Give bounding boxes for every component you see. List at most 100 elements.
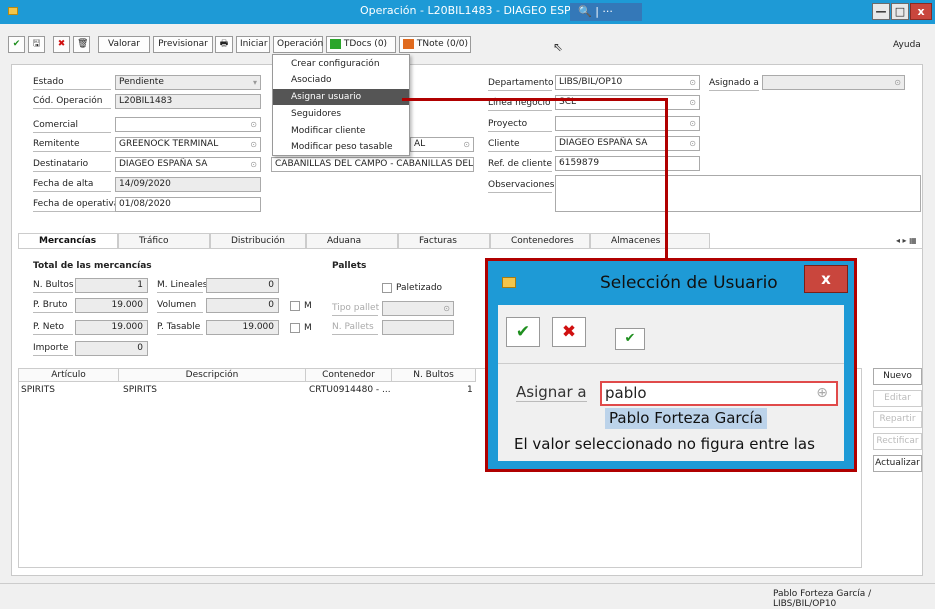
rectificar-button[interactable]: Rectificar (873, 433, 922, 450)
table-header-contenedor[interactable]: Contenedor (306, 369, 392, 382)
fecha-operativa-field[interactable]: 01/08/2020 (115, 197, 261, 212)
autocomplete-suggestion[interactable]: Pablo Forteza García (605, 408, 767, 429)
destinatario-address-field[interactable]: CABANILLAS DEL CAMPO - CABANILLAS DEL C. (271, 157, 474, 172)
title-tools[interactable]: 🔍 | ··· (570, 3, 642, 21)
m1-label: M (304, 301, 312, 311)
dialog-accept-button[interactable]: ✔ (506, 317, 540, 347)
lookup-icon[interactable]: ⊙ (250, 118, 257, 131)
asignado-field: ⊙ (762, 75, 905, 90)
m2-checkbox[interactable] (290, 323, 300, 333)
accept-button[interactable]: ✔ (8, 36, 25, 53)
lookup-icon[interactable]: ⊙ (463, 138, 470, 151)
title-bar: Operación - L20BIL1483 - DIAGEO ESPAÑA S… (0, 0, 935, 24)
valorar-button[interactable]: Valorar (98, 36, 150, 53)
bruto-label: P. Bruto (33, 299, 73, 313)
repartir-button[interactable]: Repartir (873, 411, 922, 428)
tasable-label: P. Tasable (157, 321, 203, 335)
ayuda-link[interactable]: Ayuda (893, 40, 921, 50)
lookup-icon[interactable]: ⊙ (250, 158, 257, 171)
editar-button[interactable]: Editar (873, 390, 922, 407)
paletizado-checkbox[interactable] (382, 283, 392, 293)
observaciones-field[interactable] (555, 175, 921, 212)
maximize-button[interactable]: □ (891, 3, 909, 20)
actualizar-button[interactable]: Actualizar (873, 455, 922, 472)
tnote-button[interactable]: TNote (0/0) (399, 36, 471, 53)
status-bar: Pablo Forteza García / LIBS/BIL/OP10 (0, 583, 935, 609)
mouse-cursor-icon: ⇖ (553, 40, 564, 54)
bultos-field: 1 (75, 278, 148, 293)
table-header-descripcion[interactable]: Descripción (119, 369, 306, 382)
remitente-address-field[interactable]: AL ⊙ (410, 137, 474, 152)
close-window-button[interactable]: x (910, 3, 932, 20)
table-cell-articulo: SPIRITS (21, 385, 55, 395)
previsionar-button[interactable]: Previsionar (153, 36, 213, 53)
lookup-icon[interactable]: ⊙ (689, 76, 696, 89)
tab-distribucion[interactable]: Distribución (210, 233, 306, 248)
asignar-a-label: Asignar a (516, 383, 587, 402)
m1-checkbox[interactable] (290, 301, 300, 311)
table-header-articulo[interactable]: Artículo (19, 369, 119, 382)
tab-contenedores[interactable]: Contenedores (490, 233, 590, 248)
destinatario-field[interactable]: DIAGEO ESPAÑA SA ⊙ (115, 157, 261, 172)
lookup-icon[interactable]: ⊕ (816, 383, 828, 404)
lookup-icon[interactable]: ⊙ (689, 96, 696, 109)
menu-item-modificar-peso-tasable[interactable]: Modificar peso tasable (273, 139, 409, 155)
toolbar: ✔ 🖫 ✖ 🗑 Valorar Previsionar 🖶 Iniciar Op… (8, 32, 926, 56)
departamento-field[interactable]: LIBS/BIL/OP10 ⊙ (555, 75, 700, 90)
tab-trafico[interactable]: Tráfico (118, 233, 210, 248)
volumen-field: 0 (206, 298, 279, 313)
dialog-app-icon (502, 277, 516, 288)
tab-navigation[interactable]: ◂ ▸ ▦ (896, 236, 917, 245)
n-pallets-field (382, 320, 454, 335)
delete-button[interactable]: 🗑 (73, 36, 90, 53)
tab-facturas[interactable]: Facturas (398, 233, 490, 248)
tab-mercancias[interactable]: Mercancías (18, 233, 118, 248)
fecha-alta-label: Fecha de alta (33, 178, 111, 192)
menu-item-asociado[interactable]: Asociado (273, 72, 409, 88)
tasable-field: 19.000 (206, 320, 279, 335)
dialog-accept-small-button[interactable]: ✔ (615, 328, 645, 350)
menu-item-asignar-usuario[interactable]: Asignar usuario (273, 89, 409, 105)
cliente-field[interactable]: DIAGEO ESPAÑA SA ⊙ (555, 136, 700, 151)
proyecto-label: Proyecto (488, 118, 552, 132)
menu-item-seguidores[interactable]: Seguidores (273, 106, 409, 122)
paletizado-label: Paletizado (396, 283, 443, 293)
cancel-button[interactable]: ✖ (53, 36, 70, 53)
tab-aduana[interactable]: Aduana (306, 233, 398, 248)
asignar-a-input[interactable]: pablo ⊕ (600, 381, 838, 406)
proyecto-field[interactable]: ⊙ (555, 116, 700, 131)
lookup-icon[interactable]: ⊙ (250, 138, 257, 151)
nuevo-button[interactable]: Nuevo (873, 368, 922, 385)
dialog-cancel-button[interactable]: ✖ (552, 317, 586, 347)
menu-item-modificar-cliente[interactable]: Modificar cliente (273, 123, 409, 139)
minimize-button[interactable]: — (872, 3, 890, 20)
remitente-field[interactable]: GREENOCK TERMINAL ⊙ (115, 137, 261, 152)
estado-select[interactable]: Pendiente ▾ (115, 75, 261, 90)
fecha-operativa-label: Fecha de operativa (33, 198, 119, 212)
table-row[interactable]: SPIRITS SPIRITS CRTU0914480 - ... 1 (19, 383, 479, 397)
tdocs-button[interactable]: TDocs (0) (326, 36, 396, 53)
lookup-icon[interactable]: ⊙ (689, 137, 696, 150)
comercial-field[interactable]: ⊙ (115, 117, 261, 132)
dialog-separator (498, 363, 844, 364)
dialog-close-button[interactable]: x (804, 265, 848, 293)
save-button[interactable]: 🖫 (28, 36, 45, 53)
bruto-field: 19.000 (75, 298, 148, 313)
menu-item-crear-configuracion[interactable]: Crear configuración (273, 56, 409, 72)
total-mercancias-title: Total de las mercancías (33, 261, 152, 271)
ref-cliente-field[interactable]: 6159879 (555, 156, 700, 171)
table-cell-contenedor: CRTU0914480 - ... (309, 385, 391, 395)
validation-message: El valor seleccionado no figura entre la… (514, 435, 815, 453)
iniciar-button[interactable]: Iniciar (236, 36, 270, 53)
print-button[interactable]: 🖶 (215, 36, 233, 53)
tab-almacenes[interactable]: Almacenes (590, 233, 710, 248)
table-header-bultos[interactable]: N. Bultos (392, 369, 476, 382)
lookup-icon: ⊙ (443, 304, 450, 313)
chevron-down-icon: ▾ (252, 78, 257, 87)
table-cell-descripcion: SPIRITS (123, 385, 157, 395)
bultos-label: N. Bultos (33, 279, 74, 293)
app-icon (8, 7, 18, 15)
operacion-button[interactable]: Operación (273, 36, 323, 53)
lookup-icon[interactable]: ⊙ (689, 117, 696, 130)
annotation-line-horizontal (402, 98, 668, 101)
